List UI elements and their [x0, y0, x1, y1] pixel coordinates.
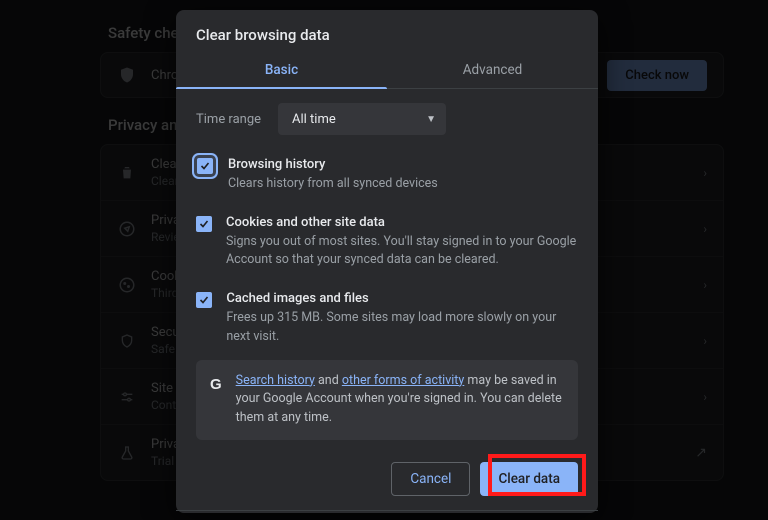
dialog-tabs: Basic Advanced [176, 54, 598, 89]
dialog-title: Clear browsing data [176, 10, 598, 54]
link-search-history[interactable]: Search history [236, 373, 315, 388]
clear-data-button[interactable]: Clear data [480, 462, 578, 496]
hint-text: Search history and other forms of activi… [236, 372, 564, 428]
item-title: Browsing history [228, 157, 438, 172]
item-sub: Frees up 315 MB. Some sites may load mor… [226, 309, 578, 345]
item-browsing-history: Browsing history Clears history from all… [196, 147, 578, 205]
tab-advanced[interactable]: Advanced [387, 54, 598, 88]
dialog-footer: To clear browsing data from this device … [176, 510, 598, 520]
item-cache: Cached images and files Frees up 315 MB.… [196, 281, 578, 357]
checkbox-cookies[interactable] [196, 216, 212, 232]
time-range-value: All time [292, 112, 336, 127]
google-logo-icon: G [210, 372, 222, 428]
item-cookies: Cookies and other site data Signs you ou… [196, 205, 578, 281]
item-sub: Clears history from all synced devices [228, 175, 438, 193]
time-range-select[interactable]: All time ▼ [278, 103, 446, 135]
google-account-hint: G Search history and other forms of acti… [196, 360, 578, 440]
item-title: Cookies and other site data [226, 215, 578, 230]
chevron-down-icon: ▼ [426, 114, 436, 125]
clear-browsing-data-dialog: Clear browsing data Basic Advanced Time … [176, 10, 598, 513]
checkbox-cache[interactable] [196, 292, 212, 308]
item-sub: Signs you out of most sites. You'll stay… [226, 233, 578, 269]
item-title: Cached images and files [226, 291, 578, 306]
link-other-activity[interactable]: other forms of activity [342, 373, 464, 388]
cancel-button[interactable]: Cancel [391, 462, 470, 496]
tab-basic[interactable]: Basic [176, 54, 387, 88]
time-range-label: Time range [196, 112, 262, 127]
checkbox-browsing-history[interactable] [197, 158, 213, 174]
